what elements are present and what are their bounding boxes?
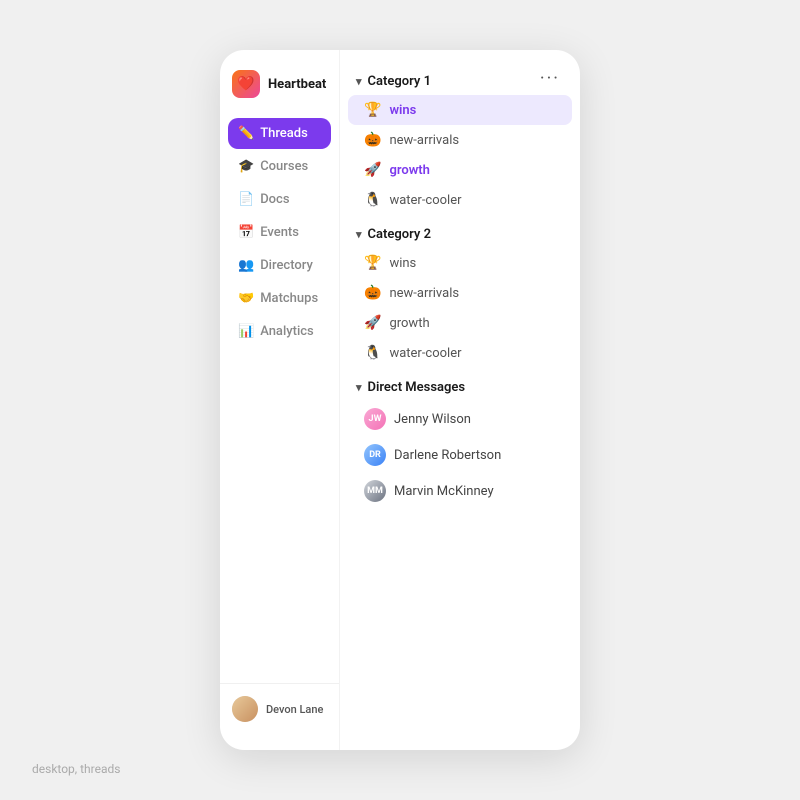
analytics-icon: 📊 <box>238 324 254 339</box>
nav-item-matchups[interactable]: 🤝 Matchups <box>228 283 331 314</box>
dm-label: Direct Messages <box>368 380 466 395</box>
nav-item-threads[interactable]: ✏️ Threads <box>228 118 331 149</box>
dm-section: ▾ Direct Messages JW Jenny Wilson DR Dar… <box>340 372 580 509</box>
growth2-emoji: 🚀 <box>364 315 381 331</box>
threads-icon: ✏️ <box>238 126 254 141</box>
water-cooler1-emoji: 🐧 <box>364 192 381 208</box>
nav-label-events: Events <box>260 225 299 240</box>
nav-label-directory: Directory <box>260 258 313 273</box>
matchups-icon: 🤝 <box>238 291 254 306</box>
main-content: ▾ Category 1 🏆 wins 🎃 new-arrivals 🚀 gro… <box>340 50 580 750</box>
app-logo: ❤️ <box>232 70 260 98</box>
channel-new-arrivals1[interactable]: 🎃 new-arrivals <box>348 125 572 155</box>
dm-item-jenny[interactable]: JW Jenny Wilson <box>348 401 572 437</box>
category1-label: Category 1 <box>368 74 432 89</box>
new-arrivals2-emoji: 🎃 <box>364 285 381 301</box>
more-menu-icon[interactable]: ··· <box>540 68 560 89</box>
events-icon: 📅 <box>238 225 254 240</box>
nav-items: ✏️ Threads 🎓 Courses 📄 Docs 📅 Events 👥 D… <box>220 118 339 683</box>
channel-new-arrivals2[interactable]: 🎃 new-arrivals <box>348 278 572 308</box>
water-cooler2-emoji: 🐧 <box>364 345 381 361</box>
growth1-emoji: 🚀 <box>364 162 381 178</box>
chevron-down-icon3: ▾ <box>356 381 362 394</box>
water-cooler1-label: water-cooler <box>389 193 461 208</box>
nav-label-threads: Threads <box>260 126 308 141</box>
sidebar-footer: Devon Lane <box>220 683 339 734</box>
water-cooler2-label: water-cooler <box>389 346 461 361</box>
nav-label-analytics: Analytics <box>260 324 314 339</box>
directory-icon: 👥 <box>238 258 254 273</box>
sidebar: ❤️ Heartbeat ✏️ Threads 🎓 Courses 📄 Docs… <box>220 50 340 750</box>
watermark: desktop, threads <box>32 762 120 776</box>
wins1-emoji: 🏆 <box>364 102 381 118</box>
docs-icon: 📄 <box>238 192 254 207</box>
nav-label-courses: Courses <box>260 159 308 174</box>
channel-wins2[interactable]: 🏆 wins <box>348 248 572 278</box>
nav-item-directory[interactable]: 👥 Directory <box>228 250 331 281</box>
wins1-label: wins <box>389 103 416 118</box>
courses-icon: 🎓 <box>238 159 254 174</box>
channel-water-cooler1[interactable]: 🐧 water-cooler <box>348 185 572 215</box>
category2-header[interactable]: ▾ Category 2 <box>340 219 580 248</box>
channel-growth2[interactable]: 🚀 growth <box>348 308 572 338</box>
marvin-avatar: MM <box>364 480 386 502</box>
channel-growth1[interactable]: 🚀 growth <box>348 155 572 185</box>
dm-item-marvin[interactable]: MM Marvin McKinney <box>348 473 572 509</box>
nav-item-docs[interactable]: 📄 Docs <box>228 184 331 215</box>
app-name: Heartbeat <box>268 77 326 92</box>
growth1-label: growth <box>389 163 429 178</box>
jenny-name: Jenny Wilson <box>394 412 471 427</box>
growth2-label: growth <box>389 316 429 331</box>
channel-water-cooler2[interactable]: 🐧 water-cooler <box>348 338 572 368</box>
jenny-avatar: JW <box>364 408 386 430</box>
new-arrivals2-label: new-arrivals <box>389 286 459 301</box>
nav-item-courses[interactable]: 🎓 Courses <box>228 151 331 182</box>
category2-section: ▾ Category 2 🏆 wins 🎃 new-arrivals 🚀 gro… <box>340 219 580 368</box>
nav-item-analytics[interactable]: 📊 Analytics <box>228 316 331 347</box>
category2-label: Category 2 <box>368 227 432 242</box>
channel-wins1[interactable]: 🏆 wins <box>348 95 572 125</box>
current-user-name: Devon Lane <box>266 703 323 716</box>
darlene-name: Darlene Robertson <box>394 448 501 463</box>
marvin-name: Marvin McKinney <box>394 484 494 499</box>
wins2-label: wins <box>389 256 416 271</box>
new-arrivals1-label: new-arrivals <box>389 133 459 148</box>
current-user-avatar <box>232 696 258 722</box>
dm-header[interactable]: ▾ Direct Messages <box>340 372 580 401</box>
darlene-avatar: DR <box>364 444 386 466</box>
wins2-emoji: 🏆 <box>364 255 381 271</box>
chevron-down-icon2: ▾ <box>356 228 362 241</box>
dm-item-darlene[interactable]: DR Darlene Robertson <box>348 437 572 473</box>
nav-label-docs: Docs <box>260 192 289 207</box>
chevron-down-icon: ▾ <box>356 75 362 88</box>
new-arrivals1-emoji: 🎃 <box>364 132 381 148</box>
app-card: ··· ❤️ Heartbeat ✏️ Threads 🎓 Courses 📄 … <box>220 50 580 750</box>
app-header: ❤️ Heartbeat <box>220 70 339 118</box>
nav-label-matchups: Matchups <box>260 291 318 306</box>
nav-item-events[interactable]: 📅 Events <box>228 217 331 248</box>
